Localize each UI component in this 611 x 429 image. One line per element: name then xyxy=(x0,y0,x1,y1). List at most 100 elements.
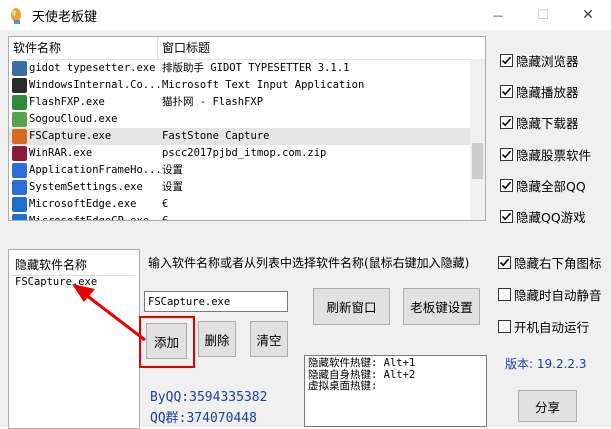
input-hint: 输入软件名称或者从列表中选择软件名称(鼠标右键加入隐藏) xyxy=(148,256,470,270)
checkbox-option[interactable]: 隐藏时自动静音 xyxy=(498,285,602,304)
checkbox-checked-icon[interactable] xyxy=(498,256,511,269)
close-button[interactable]: ✕ xyxy=(565,0,611,30)
maximize-button[interactable]: ☐ xyxy=(520,0,566,30)
app-frame-icon xyxy=(12,163,27,178)
flashfxp-icon xyxy=(12,95,27,110)
process-row[interactable]: MicrosoftEdge.exe € xyxy=(9,196,470,213)
checkbox-label: 隐藏股票软件 xyxy=(516,147,592,163)
sogou-icon xyxy=(12,112,27,127)
checkbox-option[interactable]: 隐藏全部QQ xyxy=(500,176,586,195)
checkbox-label: 隐藏浏览器 xyxy=(516,54,579,69)
edge-icon xyxy=(12,214,27,220)
hidden-software-list[interactable]: 隐藏软件名称 FSCapture.exe xyxy=(8,249,140,429)
checkbox-checked-icon[interactable] xyxy=(500,116,513,130)
checkbox-label: 隐藏全部QQ xyxy=(516,178,586,194)
angel-app-icon xyxy=(11,8,21,24)
checkbox-option[interactable]: 隐藏股票软件 xyxy=(500,145,591,164)
checkbox-unchecked-icon[interactable] xyxy=(498,320,511,333)
process-name: SogouCloud.exe xyxy=(29,113,118,125)
hidden-list-item[interactable]: FSCapture.exe xyxy=(15,276,97,288)
hotkey-info-box[interactable]: 隐藏软件热键: Alt+1 隐藏自身热键: Alt+2 虚拟桌面热键: xyxy=(304,355,487,427)
contact-qq[interactable]: ByQQ:3594335382 xyxy=(150,390,267,405)
checkbox-option[interactable]: 开机自动运行 xyxy=(498,317,589,336)
clear-label: 清空 xyxy=(256,332,282,348)
fscapture-icon xyxy=(12,129,27,144)
winrar-icon xyxy=(12,146,27,161)
minimize-icon: — xyxy=(492,8,504,22)
version-label: 版本: 19.2.2.3 xyxy=(505,357,587,371)
process-name: ApplicationFrameHo... xyxy=(29,164,162,176)
title-bar[interactable]: 天使老板键 — ☐ ✕ xyxy=(0,0,611,30)
process-row[interactable]: SogouCloud.exe xyxy=(9,111,470,128)
list-scrollbar[interactable] xyxy=(470,59,485,220)
checkbox-checked-icon[interactable] xyxy=(500,147,513,161)
delete-button[interactable]: 删除 xyxy=(198,321,236,357)
window-title-cell: 设置 xyxy=(162,164,183,176)
refresh-window-label: 刷新窗口 xyxy=(326,300,377,315)
process-name: SystemSettings.exe xyxy=(29,181,143,193)
scrollbar-thumb[interactable] xyxy=(472,143,483,179)
add-button[interactable]: 添加 xyxy=(146,323,187,359)
process-name: WindowsInternal.Co... xyxy=(29,79,162,91)
process-name: MicrosoftEdgeCP.exe xyxy=(29,215,150,221)
close-icon: ✕ xyxy=(582,7,594,23)
share-label: 分享 xyxy=(534,399,560,415)
checkbox-option[interactable]: 隐藏播放器 xyxy=(500,82,579,101)
process-row[interactable]: FlashFXP.exe 猫扑网 - FlashFXP xyxy=(9,94,470,111)
hotkey-line: 虚拟桌面热键: xyxy=(308,380,378,392)
share-button[interactable]: 分享 xyxy=(518,390,577,422)
window-title-cell: pscc2017pjbd_itmop.com.zip xyxy=(162,147,327,159)
process-name: MicrosoftEdge.exe xyxy=(29,198,137,210)
boss-key-settings-button[interactable]: 老板键设置 xyxy=(403,288,480,325)
delete-label: 删除 xyxy=(204,332,230,348)
process-name: gidot typesetter.exe xyxy=(29,62,156,74)
checkbox-unchecked-icon[interactable] xyxy=(498,288,511,301)
checkbox-checked-icon[interactable] xyxy=(500,85,513,99)
list-header: 软件名称 窗口标题 xyxy=(9,37,485,60)
process-list[interactable]: 软件名称 窗口标题 gidot typesetter.exe 排版助手 GIDOT… xyxy=(8,36,486,221)
checkbox-option[interactable]: 隐藏QQ游戏 xyxy=(500,207,586,226)
checkbox-checked-icon[interactable] xyxy=(500,210,513,223)
window-title-cell: FastStone Capture xyxy=(162,130,270,142)
window-title-cell: Microsoft Text Input Application xyxy=(162,79,365,91)
checkbox-label: 隐藏播放器 xyxy=(516,85,579,101)
process-row[interactable]: SystemSettings.exe 设置 xyxy=(9,179,470,196)
window-title-cell: 排版助手 GIDOT TYPESETTER 3.1.1 xyxy=(162,62,350,74)
process-row[interactable]: gidot typesetter.exe 排版助手 GIDOT TYPESETTE… xyxy=(9,60,470,77)
checkbox-checked-icon[interactable] xyxy=(500,178,513,192)
checkbox-checked-icon[interactable] xyxy=(500,54,513,67)
hidden-list-header: 隐藏软件名称 xyxy=(15,258,88,272)
hotkey-line: 隐藏软件热键: Alt+1 xyxy=(308,357,416,369)
window-title-cell: 设置 xyxy=(162,181,183,193)
window-title-cell: € xyxy=(162,198,169,210)
software-name-input[interactable] xyxy=(144,291,288,312)
process-row[interactable]: WindowsInternal.Co... Microsoft Text Inpu… xyxy=(9,77,470,94)
edge-icon xyxy=(12,197,27,212)
clear-button[interactable]: 清空 xyxy=(250,321,288,357)
checkbox-option[interactable]: 隐藏右下角图标 xyxy=(498,253,602,272)
checkbox-label: 隐藏下载器 xyxy=(516,116,579,132)
add-label: 添加 xyxy=(153,334,179,350)
process-row[interactable]: MicrosoftEdgeCP.exe € xyxy=(9,213,470,221)
checkbox-label: 隐藏QQ游戏 xyxy=(516,210,586,225)
column-header-window-title[interactable]: 窗口标题 xyxy=(158,37,470,59)
minimize-button[interactable]: — xyxy=(475,0,521,30)
process-row[interactable]: ApplicationFrameHo... 设置 xyxy=(9,162,470,179)
refresh-window-button[interactable]: 刷新窗口 xyxy=(313,288,390,325)
process-name: FSCapture.exe xyxy=(29,130,112,142)
process-row[interactable]: WinRAR.exe pscc2017pjbd_itmop.com.zip xyxy=(9,145,470,162)
boss-key-settings-label: 老板键设置 xyxy=(410,300,473,315)
column-header-software-name[interactable]: 软件名称 xyxy=(9,37,157,59)
contact-group[interactable]: QQ群:374070448 xyxy=(150,407,257,426)
checkbox-option[interactable]: 隐藏下载器 xyxy=(500,113,579,132)
maximize-icon: ☐ xyxy=(537,7,549,23)
window-title: 天使老板键 xyxy=(32,10,98,25)
window-title-cell: € xyxy=(162,215,169,221)
checkbox-option[interactable]: 隐藏浏览器 xyxy=(500,51,579,70)
process-row[interactable]: FSCapture.exe FastStone Capture xyxy=(9,128,470,145)
checkbox-label: 隐藏右下角图标 xyxy=(514,256,602,271)
checkbox-label: 开机自动运行 xyxy=(514,320,590,335)
process-name: WinRAR.exe xyxy=(29,147,93,159)
window-title-cell: 猫扑网 - FlashFXP xyxy=(162,96,264,108)
checkbox-label: 隐藏时自动静音 xyxy=(514,288,602,303)
